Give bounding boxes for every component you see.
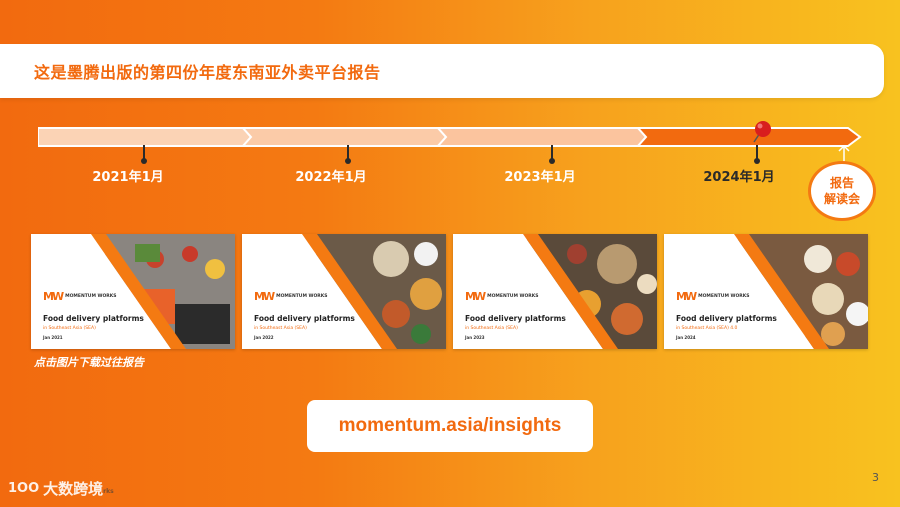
card-date: Jan 2022 xyxy=(254,335,274,340)
timeline-dot xyxy=(549,158,555,164)
momentum-logo: MW MOMENTUM WORKS xyxy=(43,290,117,303)
badge-line-1: 报告 xyxy=(829,176,854,190)
report-card-2023[interactable]: MW MOMENTUM WORKS Food delivery platform… xyxy=(453,234,657,349)
timeline-arrow xyxy=(38,127,862,147)
insights-link-text[interactable]: momentum.asia/insights xyxy=(339,415,562,437)
up-arrow-icon xyxy=(838,144,850,162)
card-date: Jan 2023 xyxy=(465,335,485,340)
year-label-2021: 2021年1月 xyxy=(92,170,164,185)
watermark: 1OO 大数跨境 rks xyxy=(8,478,114,499)
card-title: Food delivery platforms xyxy=(676,314,777,323)
card-date: Jan 2024 xyxy=(676,335,696,340)
card-subtitle: in Southeast Asia (SEA) xyxy=(43,326,96,331)
card-title: Food delivery platforms xyxy=(465,314,566,323)
watermark-small-text: rks xyxy=(103,488,114,495)
title-bar: 这是墨腾出版的第四份年度东南亚外卖平台报告 xyxy=(0,44,884,98)
timeline-dot xyxy=(754,158,760,164)
card-subtitle: in Southeast Asia (SEA) xyxy=(465,326,518,331)
badge-line-2: 解读会 xyxy=(823,192,860,206)
card-subtitle: in Southeast Asia (SEA) xyxy=(254,326,307,331)
momentum-logo: MW MOMENTUM WORKS xyxy=(254,290,328,303)
timeline-dot xyxy=(141,158,147,164)
page-title: 这是墨腾出版的第四份年度东南亚外卖平台报告 xyxy=(34,63,381,82)
momentum-logo: MW MOMENTUM WORKS xyxy=(676,290,750,303)
timeline xyxy=(38,124,868,150)
card-title: Food delivery platforms xyxy=(43,314,144,323)
report-card-2022[interactable]: MW MOMENTUM WORKS Food delivery platform… xyxy=(242,234,446,349)
watermark-logo-icon: 1OO xyxy=(8,481,40,496)
card-subtitle: in Southeast Asia (SEA) 4.0 xyxy=(676,326,738,331)
report-card-2021[interactable]: MW MOMENTUM WORKS Food delivery platform… xyxy=(31,234,235,349)
download-hint: 点击图片下载过往报告 xyxy=(34,356,144,369)
year-label-2024: 2024年1月 xyxy=(703,170,775,185)
insights-link[interactable]: momentum.asia/insights xyxy=(307,400,593,452)
push-pin-icon xyxy=(753,121,771,143)
report-session-badge[interactable]: 报告 解读会 xyxy=(808,161,876,221)
card-date: Jan 2021 xyxy=(43,335,63,340)
card-title: Food delivery platforms xyxy=(254,314,355,323)
page-number: 3 xyxy=(872,471,879,484)
timeline-dot xyxy=(345,158,351,164)
year-label-2023: 2023年1月 xyxy=(504,170,576,185)
year-label-2022: 2022年1月 xyxy=(295,170,367,185)
watermark-text: 大数跨境 xyxy=(43,480,104,498)
report-card-2024[interactable]: MW MOMENTUM WORKS Food delivery platform… xyxy=(664,234,868,349)
momentum-logo: MW MOMENTUM WORKS xyxy=(465,290,539,303)
